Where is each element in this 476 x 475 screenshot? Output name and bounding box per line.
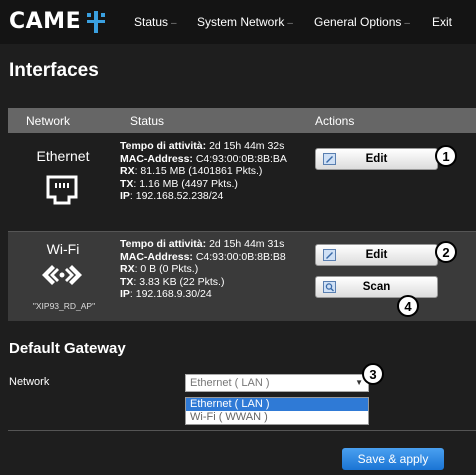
wifi-ssid: "XIP93_RD_AP" [32,301,96,311]
nav-general-options[interactable]: General Options – [314,15,410,29]
interface-name: Ethernet [36,148,90,164]
table-header: Network Status Actions [8,108,476,133]
wifi-status: Tempo di attività: 2d 15h 44m 31s MAC-Ad… [120,238,286,301]
chevron-down-icon: – [404,18,410,29]
save-apply-button[interactable]: Save & apply [342,448,444,470]
edit-icon [323,249,336,261]
came-logo[interactable]: CAME [9,9,106,34]
nav-system-network[interactable]: System Network – [197,15,293,29]
footer-divider [8,430,476,431]
chevron-down-icon: – [287,18,293,29]
nav-status[interactable]: Status – [134,15,177,29]
wifi-arrows-icon [40,262,84,288]
ethernet-port-icon [45,174,79,206]
callout-badge: 3 [362,363,384,385]
chevron-down-icon: – [171,18,177,29]
edit-icon [323,153,336,165]
wifi-scan-button[interactable]: Scan [315,276,438,298]
ethernet-edit-button[interactable]: Edit [315,148,438,170]
callout-badge: 2 [435,241,457,263]
section-title-default-gateway: Default Gateway [9,340,126,357]
interface-name: Wi-Fi [46,241,80,257]
table-row-ethernet: Ethernet Tempo di attività: 2d 15h 44m 3… [8,133,476,232]
nav-exit[interactable]: Exit [432,15,452,29]
interfaces-table: Network Status Actions Ethernet Tempo di… [8,108,476,321]
gateway-network-select[interactable]: Ethernet ( LAN ) ▼ [185,374,369,392]
table-row-wifi: Wi-Fi "XIP93_RD_AP" Tempo di attività: 2… [8,232,476,321]
dropdown-option-ethernet[interactable]: Ethernet ( LAN ) [186,398,368,411]
network-field-label: Network [9,376,50,388]
page-title: Interfaces [9,60,99,81]
wifi-edit-button[interactable]: Edit [315,244,438,266]
callout-badge: 1 [435,145,457,167]
dropdown-option-wifi[interactable]: Wi-Fi ( WWAN ) [186,411,368,424]
column-header-actions: Actions [315,114,355,128]
scan-icon [323,281,336,293]
column-header-network: Network [26,114,71,128]
gateway-network-dropdown: Ethernet ( LAN ) Wi-Fi ( WWAN ) [185,397,369,425]
ethernet-status: Tempo di attività: 2d 15h 44m 32s MAC-Ad… [120,140,287,203]
logo-text: CAME [9,9,82,34]
came-brand-icon [87,10,106,33]
column-header-status: Status [130,114,165,128]
callout-badge: 4 [397,295,419,317]
top-navbar: CAME Status – System Network – General Opt… [0,0,476,44]
